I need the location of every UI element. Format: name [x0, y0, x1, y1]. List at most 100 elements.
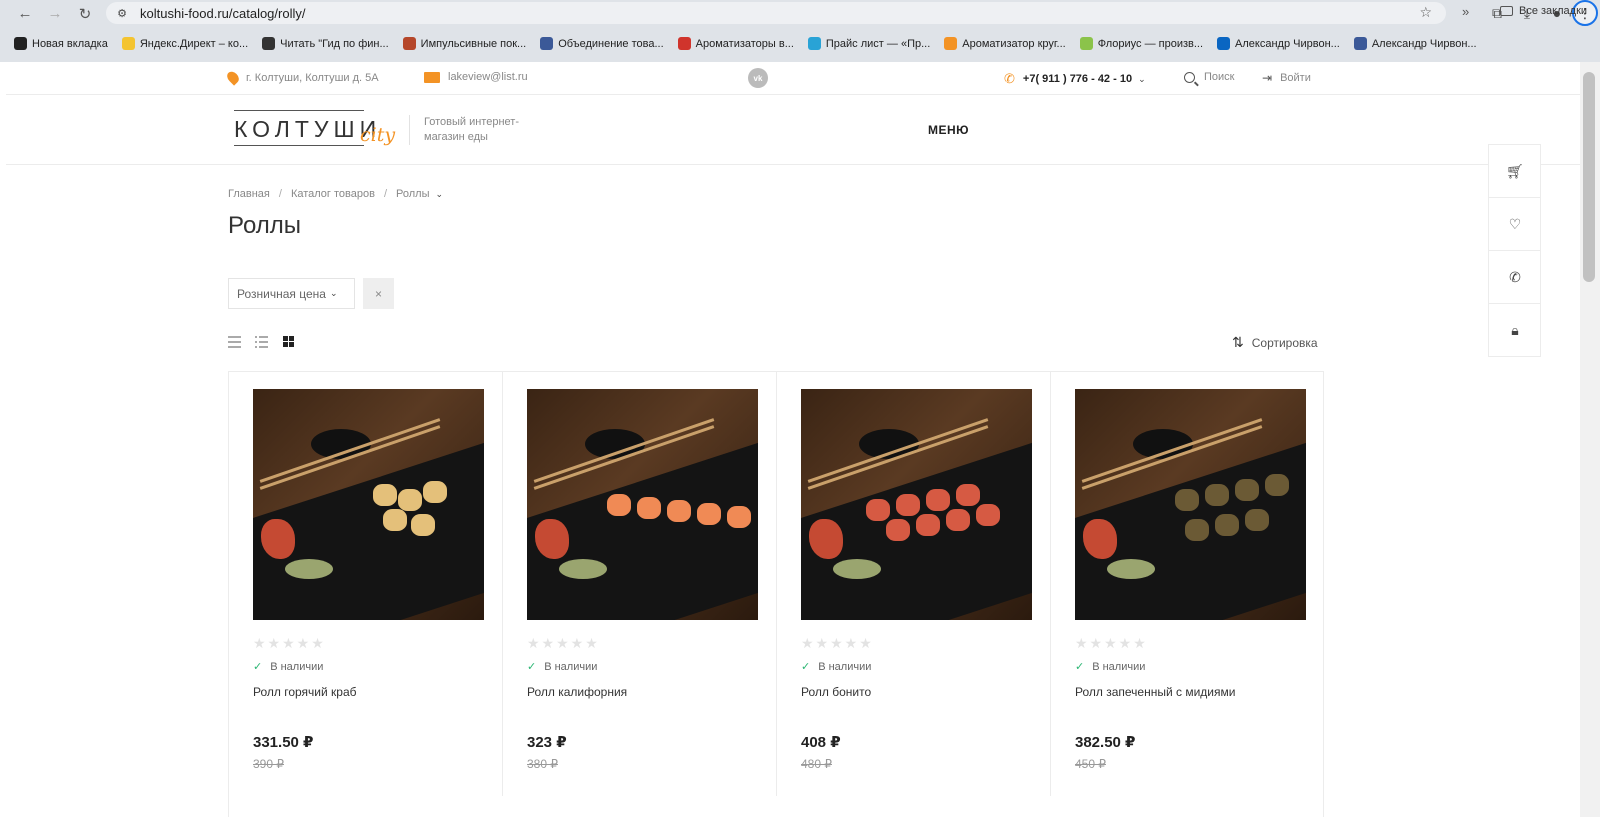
- vk-link[interactable]: vk: [748, 68, 768, 88]
- callback-phone-icon[interactable]: ✆: [1489, 251, 1541, 304]
- rating-stars-icon[interactable]: ★★★★★: [253, 635, 326, 652]
- reload-icon[interactable]: ↻: [70, 1, 100, 27]
- site-header: КОЛТУШИ city Готовый интернет-магазин ед…: [6, 95, 1580, 165]
- roll-piece: [956, 484, 980, 506]
- sort-button[interactable]: ⇅ Сортировка: [1232, 334, 1318, 351]
- product-image[interactable]: [253, 389, 484, 620]
- cart-icon[interactable]: 🛒︎: [1489, 145, 1541, 198]
- chevron-down-icon[interactable]: ⌄: [435, 189, 443, 200]
- product-name[interactable]: Ролл бонито: [801, 685, 871, 699]
- view-list-icon[interactable]: [255, 335, 269, 348]
- vk-icon[interactable]: vk: [748, 68, 768, 88]
- search-label[interactable]: Поиск: [1204, 71, 1234, 83]
- product-old-price: 390 ₽: [253, 757, 284, 771]
- phone-icon: ✆: [1004, 71, 1015, 86]
- roll-piece: [1205, 484, 1229, 506]
- bookmark-item[interactable]: Объединение това...: [540, 37, 664, 50]
- bookmark-item[interactable]: Ароматизаторы в...: [677, 37, 794, 50]
- product-image[interactable]: [527, 389, 758, 620]
- ginger: [261, 519, 295, 559]
- bookmark-item[interactable]: Александр Чирвон...: [1217, 37, 1340, 50]
- bookmark-star-icon[interactable]: ☆: [1419, 4, 1432, 21]
- login-link[interactable]: ⇥ Войти: [1262, 71, 1311, 85]
- bookmark-item[interactable]: Александр Чирвон...: [1353, 37, 1477, 50]
- phone-dropdown[interactable]: ✆ +7( 911 ) 776 - 42 - 10 ⌄: [1004, 71, 1146, 87]
- product-image[interactable]: [1075, 389, 1306, 620]
- main-menu-link[interactable]: МЕНЮ: [928, 123, 969, 137]
- address-info: г. Колтуши, Колтуши д. 5А: [224, 69, 379, 86]
- bookmark-favicon-icon: [14, 37, 27, 50]
- rating-stars-icon[interactable]: ★★★★★: [1075, 635, 1148, 652]
- bookmark-item[interactable]: Читать "Гид по фин...: [262, 37, 389, 50]
- bookmark-item[interactable]: Прайс лист — «Пр...: [807, 37, 931, 50]
- check-icon: ✓: [253, 661, 263, 673]
- site-info-icon[interactable]: ⚙: [114, 5, 130, 21]
- product-card[interactable]: ★★★★★ ✓ В наличии Ролл горячий краб 331.…: [229, 372, 503, 796]
- product-name[interactable]: Ролл калифорния: [527, 685, 627, 699]
- bookmarks-more-icon[interactable]: »: [1462, 4, 1469, 19]
- check-icon: ✓: [527, 661, 537, 673]
- chevron-down-icon: ⌄: [329, 288, 338, 298]
- email-text[interactable]: lakeview@list.ru: [448, 71, 528, 83]
- sort-label: Сортировка: [1251, 335, 1318, 350]
- login-label[interactable]: Войти: [1280, 72, 1311, 84]
- search-link[interactable]: Поиск: [1184, 71, 1234, 83]
- stock-label: В наличии: [544, 660, 598, 673]
- breadcrumb-catalog[interactable]: Каталог товаров: [291, 188, 375, 200]
- all-bookmarks[interactable]: Все закладки: [1500, 5, 1587, 17]
- rating-stars-icon[interactable]: ★★★★★: [527, 635, 600, 652]
- breadcrumb-separator: /: [278, 188, 282, 200]
- roll-piece: [398, 489, 422, 511]
- product-card[interactable]: ★★★★★ ✓ В наличии Ролл калифорния 323 ₽ …: [503, 372, 777, 796]
- product-name[interactable]: Ролл горячий краб: [253, 685, 357, 699]
- url-text: koltushi-food.ru/catalog/rolly/: [140, 5, 306, 21]
- breadcrumb: Главная / Каталог товаров / Роллы ⌄: [228, 188, 443, 200]
- bookmark-item[interactable]: Импульсивные пок...: [402, 37, 526, 50]
- chevron-down-icon[interactable]: ⌄: [1138, 74, 1146, 85]
- address-bar[interactable]: ⚙ koltushi-food.ru/catalog/rolly/ ☆: [106, 2, 1446, 24]
- favorites-heart-icon[interactable]: ♡: [1489, 198, 1541, 251]
- product-price: 331.50 ₽: [253, 734, 314, 751]
- clear-filter-button[interactable]: ×: [363, 278, 394, 309]
- bookmark-label: Объединение това...: [558, 37, 664, 50]
- bookmark-favicon-icon: [1079, 37, 1093, 50]
- scrollbar-thumb[interactable]: [1583, 72, 1595, 282]
- site-logo[interactable]: КОЛТУШИ city: [234, 108, 395, 150]
- roll-piece: [916, 514, 940, 536]
- bookmark-item[interactable]: Новая вкладка: [14, 37, 108, 50]
- all-bookmarks-label: Все закладки: [1519, 5, 1588, 17]
- product-card[interactable]: ★★★★★ ✓ В наличии Ролл бонито 408 ₽ 480 …: [777, 372, 1051, 796]
- ginger: [809, 519, 843, 559]
- view-grid-icon[interactable]: [282, 335, 296, 348]
- browser-chrome: ← → ↻ ⚙ koltushi-food.ru/catalog/rolly/ …: [0, 0, 1600, 62]
- bookmark-label: Александр Чирвон...: [1235, 37, 1340, 50]
- product-name[interactable]: Ролл запеченный с мидиями: [1075, 685, 1235, 699]
- check-icon: ✓: [1075, 661, 1085, 673]
- view-table-icon[interactable]: [228, 335, 242, 348]
- mail-icon: [424, 71, 440, 83]
- product-card[interactable]: ★★★★★ ✓ В наличии Ролл запеченный с миди…: [1051, 372, 1325, 796]
- roll-piece: [1185, 519, 1209, 541]
- breadcrumb-home[interactable]: Главная: [228, 188, 270, 200]
- lock-icon[interactable]: 🔒︎: [1489, 304, 1541, 357]
- bookmark-item[interactable]: Яндекс.Директ – ко...: [121, 37, 248, 50]
- roll-piece: [667, 500, 691, 522]
- rating-stars-icon[interactable]: ★★★★★: [801, 635, 874, 652]
- location-pin-icon: [224, 69, 242, 86]
- back-icon[interactable]: ←: [10, 1, 40, 27]
- bookmark-item[interactable]: Флориус — произв...: [1079, 37, 1203, 50]
- email-info[interactable]: lakeview@list.ru: [424, 71, 528, 83]
- bookmark-item[interactable]: Ароматизатор круг...: [944, 37, 1066, 50]
- roll-piece: [1235, 479, 1259, 501]
- stock-label: В наличии: [818, 660, 872, 673]
- product-image[interactable]: [801, 389, 1032, 620]
- bookmark-label: Александр Чирвон...: [1371, 37, 1477, 50]
- price-filter-dropdown[interactable]: Розничная цена ⌄: [228, 278, 355, 309]
- phone-number[interactable]: +7( 911 ) 776 - 42 - 10: [1023, 73, 1132, 85]
- product-price: 323 ₽: [527, 734, 567, 751]
- breadcrumb-current[interactable]: Роллы: [396, 188, 429, 200]
- bookmark-label: Прайс лист — «Пр...: [825, 37, 931, 50]
- roll-piece: [607, 494, 631, 516]
- forward-icon[interactable]: →: [40, 1, 70, 27]
- site-topbar: г. Колтуши, Колтуши д. 5А lakeview@list.…: [6, 62, 1580, 95]
